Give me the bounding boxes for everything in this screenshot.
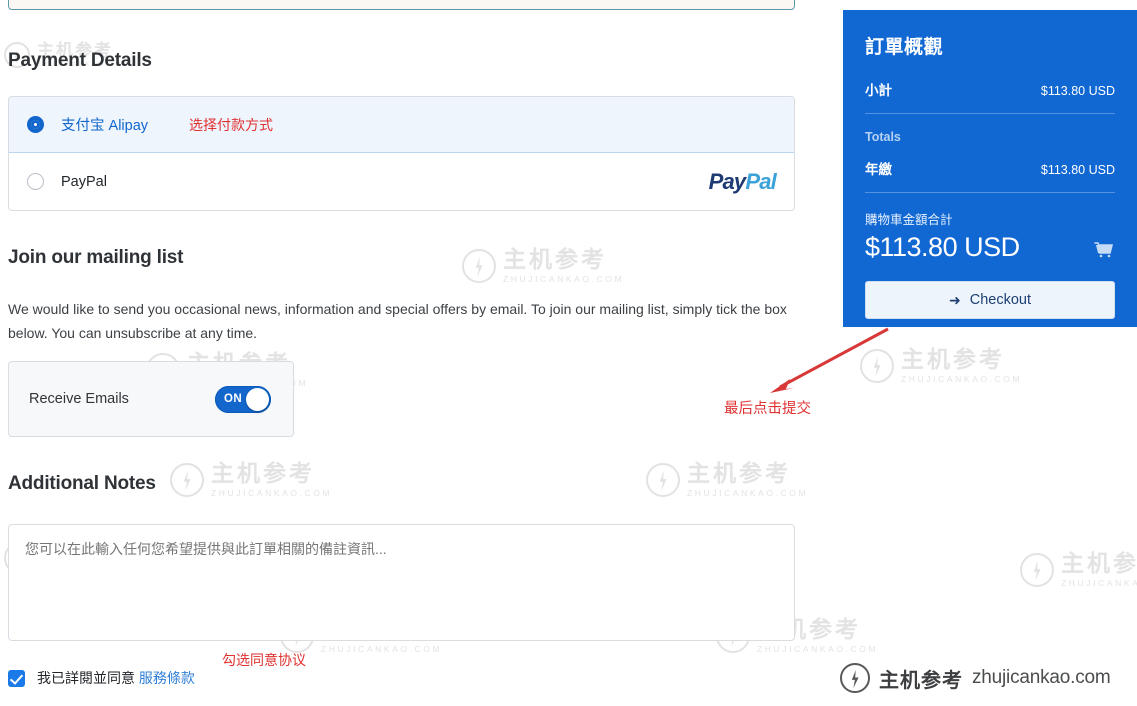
terms-text: 我已詳閱並同意: [37, 670, 135, 686]
order-summary-panel: 訂單概觀 小計 $113.80 USD Totals 年繳 $113.80 US…: [843, 10, 1137, 327]
billing-period-label: 年繳: [865, 162, 892, 177]
paypal-logo-part1: Pay: [708, 168, 747, 194]
payment-details-title: Payment Details: [8, 50, 152, 71]
payment-method-alipay-label: 支付宝 Alipay: [61, 118, 149, 134]
terms-agreement-label: 我已詳閱並同意 服務條款: [37, 668, 195, 688]
checkout-button-label: Checkout: [969, 292, 1031, 308]
terms-of-service-link[interactable]: 服務條款: [139, 670, 195, 686]
watermark-en: ZHUJICANKAO.COM: [901, 374, 1023, 384]
payment-methods-list: 支付宝 Alipay 选择付款方式 PayPal PayPal: [8, 96, 795, 211]
watermark-en: ZHUJICANKAO.COM: [1061, 578, 1137, 588]
additional-notes-input[interactable]: [8, 524, 795, 641]
billing-period-value: $113.80 USD: [1040, 163, 1115, 177]
checkout-button[interactable]: ➜ Checkout: [865, 281, 1115, 319]
subtotal-row: 小計 $113.80 USD: [865, 79, 1115, 99]
brand-en-label: zhujicankao.com: [972, 667, 1111, 688]
cart-total-value: $113.80 USD: [865, 232, 1020, 262]
billing-period-row: 年繳 $113.80 USD: [865, 158, 1115, 178]
subtotal-label: 小計: [865, 83, 892, 98]
watermark: 主机参考 ZHUJICANKAO.COM: [1020, 552, 1137, 588]
terms-agreement-row[interactable]: 我已詳閱並同意 服務條款: [8, 668, 195, 688]
watermark-logo-icon: [1020, 552, 1054, 587]
annotation-select-payment: 选择付款方式: [189, 117, 273, 133]
additional-notes-title: Additional Notes: [8, 473, 156, 494]
shopping-cart-icon: [1093, 238, 1115, 258]
site-brand: 主机参考 zhujicankao.com: [840, 663, 1111, 693]
receive-emails-row[interactable]: Receive Emails ON: [8, 361, 294, 437]
summary-divider: [865, 192, 1115, 193]
receive-emails-toggle[interactable]: ON: [215, 385, 271, 413]
cart-total-row: $113.80 USD: [865, 232, 1115, 263]
terms-checkbox[interactable]: [8, 669, 25, 687]
order-summary-title: 訂單概觀: [865, 37, 944, 58]
paypal-logo-part2: Pal: [745, 168, 776, 194]
checkout-page: 主机参考 ZHUJICANKAO.COM 主机参考 ZHUJICANKAO.COM …: [0, 0, 1137, 706]
annotation-arrow-icon: [770, 327, 889, 393]
receive-emails-label: Receive Emails: [29, 391, 129, 407]
subtotal-value: $113.80 USD: [1040, 84, 1115, 98]
cart-total-label: 購物車金額合計: [865, 213, 953, 227]
payment-method-paypal-label: PayPal: [61, 173, 107, 190]
annotation-check-agreement: 勾选同意协议: [222, 652, 306, 668]
summary-divider: [865, 113, 1115, 114]
payment-method-alipay[interactable]: 支付宝 Alipay 选择付款方式: [9, 97, 794, 153]
radio-alipay-icon[interactable]: [27, 116, 44, 133]
payment-method-paypal[interactable]: PayPal PayPal: [9, 153, 794, 210]
brand-logo-icon: [840, 663, 870, 693]
totals-heading: Totals: [865, 130, 901, 144]
paypal-logo-icon: PayPal: [708, 168, 777, 195]
toggle-state-label: ON: [224, 393, 243, 405]
radio-paypal-icon[interactable]: [27, 173, 44, 190]
watermark-cn: 主机参考: [901, 346, 1005, 372]
arrow-right-icon: ➜: [949, 291, 961, 308]
toggle-knob: [246, 387, 269, 411]
checkout-form: Payment Details 支付宝 Alipay 选择付款方式 PayPal…: [0, 0, 810, 706]
mailing-list-title: Join our mailing list: [8, 247, 184, 268]
mailing-list-description: We would like to send you occasional new…: [8, 301, 787, 341]
brand-cn-label: 主机参考: [879, 669, 963, 692]
annotation-submit-hint: 最后点击提交: [724, 401, 811, 417]
watermark-cn: 主机参考: [1061, 550, 1137, 576]
